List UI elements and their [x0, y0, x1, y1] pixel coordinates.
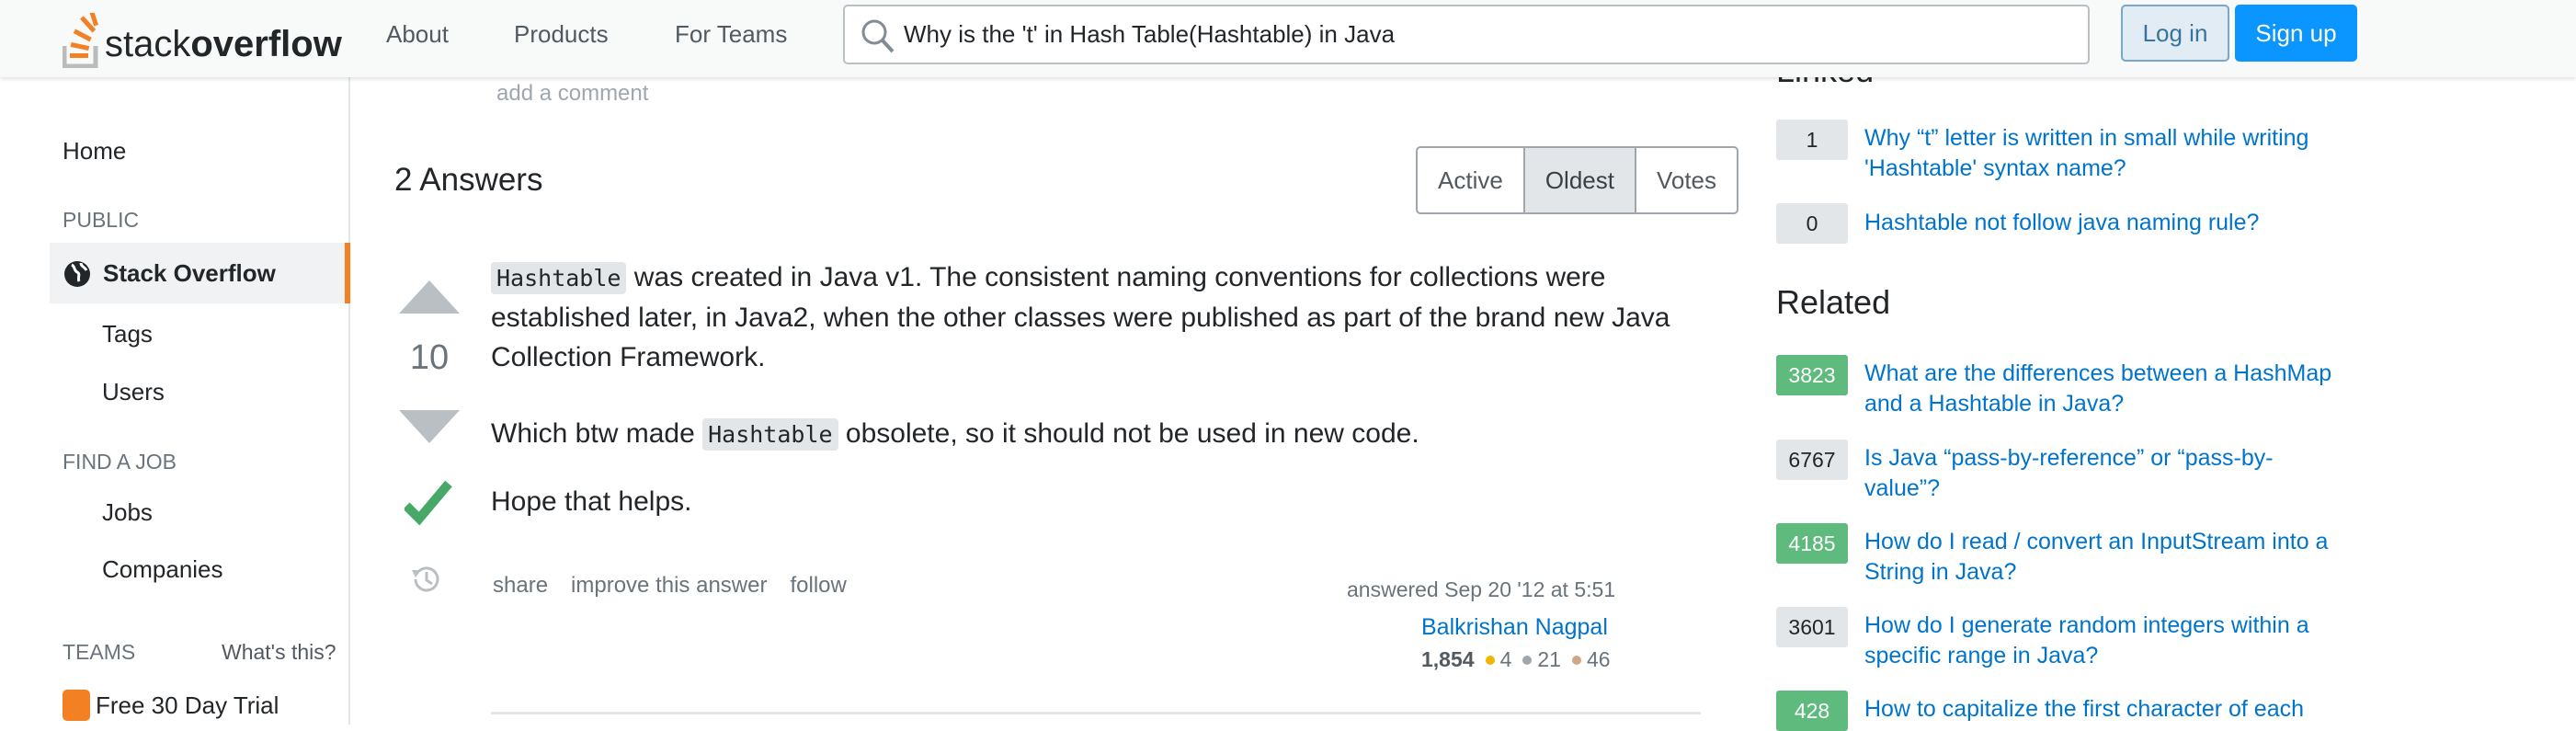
free-trial-label: Free 30 Day Trial	[96, 691, 279, 719]
user-name-link[interactable]: Balkrishan Nagpal	[1421, 614, 1608, 641]
left-sidebar: Home PUBLIC Stack Overflow Tags Users FI…	[0, 77, 350, 725]
nav-for-teams[interactable]: For Teams	[675, 20, 787, 49]
related-count: 3601	[1776, 607, 1848, 647]
tab-votes[interactable]: Votes	[1636, 148, 1737, 212]
sidebar-item-label: Stack Overflow	[103, 259, 276, 287]
gold-badge-count: 4	[1499, 647, 1512, 671]
follow-link[interactable]: follow	[790, 573, 846, 599]
accepted-check-icon	[405, 480, 452, 526]
inline-code: Hashtable	[491, 262, 627, 294]
linked-count: 0	[1776, 203, 1848, 244]
top-bar: stackoverflow About Products For Teams L…	[0, 0, 2576, 77]
post-menu: share improve this answer follow	[493, 573, 847, 599]
upvote-icon[interactable]	[399, 280, 460, 314]
bronze-badge-icon	[1571, 655, 1581, 665]
related-question-link[interactable]: Is Java “pass-by-reference” or “pass-by-…	[1864, 443, 2342, 504]
whats-this-link[interactable]: What's this?	[222, 640, 336, 665]
related-question-link[interactable]: How to capitalize the first character of…	[1864, 694, 2342, 725]
paragraph-text: obsolete, so it should not be used in ne…	[838, 418, 1419, 449]
bronze-badge-count: 46	[1586, 647, 1611, 671]
linked-question-link[interactable]: Why “t” letter is written in small while…	[1864, 123, 2342, 184]
silver-badge-icon	[1522, 655, 1533, 665]
globe-icon	[64, 261, 90, 287]
tab-oldest[interactable]: Oldest	[1524, 148, 1636, 212]
search-input[interactable]	[904, 16, 2053, 52]
answers-title: 2 Answers	[394, 162, 543, 198]
answer-paragraph-1: Hashtable was created in Java v1. The co…	[491, 257, 1704, 377]
related-question-link[interactable]: How do I generate random integers within…	[1864, 611, 2342, 671]
linked-question-link[interactable]: Hashtable not follow java naming rule?	[1864, 208, 2342, 238]
add-comment-link[interactable]: add a comment	[496, 81, 648, 107]
paragraph-text: Which btw made	[491, 418, 703, 449]
sidebar-heading-find-a-job: FIND A JOB	[63, 450, 177, 474]
downvote-icon[interactable]	[399, 410, 460, 443]
logo-text-bold: overflow	[190, 24, 342, 64]
answer-paragraph-3: Hope that helps.	[491, 486, 692, 517]
improve-answer-link[interactable]: improve this answer	[571, 573, 767, 599]
tab-active[interactable]: Active	[1418, 148, 1525, 212]
gold-badge-icon	[1485, 655, 1495, 665]
related-count: 3823	[1776, 355, 1848, 395]
related-question-link[interactable]: How do I read / convert an InputStream i…	[1864, 527, 2342, 588]
inline-code: Hashtable	[702, 418, 838, 451]
related-count: 428	[1776, 691, 1848, 731]
sidebar-item-users[interactable]: Users	[102, 378, 165, 406]
search-box[interactable]	[843, 5, 2090, 64]
login-button[interactable]: Log in	[2121, 5, 2229, 62]
nav-about[interactable]: About	[386, 20, 449, 49]
nav-products[interactable]: Products	[514, 20, 609, 49]
sidebar-heading-teams: TEAMS	[63, 640, 136, 664]
sidebar-item-home[interactable]: Home	[63, 137, 126, 166]
logo-text: stackoverflow	[105, 20, 342, 68]
sidebar-item-tags[interactable]: Tags	[102, 320, 153, 348]
linked-count: 1	[1776, 120, 1848, 160]
logo-text-light: stack	[105, 24, 191, 64]
history-icon[interactable]	[410, 563, 443, 596]
sidebar-heading-public: PUBLIC	[63, 208, 140, 232]
free-trial-link[interactable]: Free 30 Day Trial	[63, 690, 279, 721]
vote-count: 10	[409, 338, 450, 377]
answered-timestamp: answered Sep 20 '12 at 5:51	[1347, 577, 1616, 601]
related-count: 6767	[1776, 440, 1848, 480]
answer-divider	[491, 712, 1701, 714]
related-question-link[interactable]: What are the differences between a HashM…	[1864, 359, 2342, 419]
share-link[interactable]: share	[493, 573, 548, 599]
search-icon	[861, 19, 895, 53]
user-reputation: 1,854 4 21 46	[1421, 647, 1611, 672]
signup-button[interactable]: Sign up	[2235, 5, 2357, 62]
sidebar-item-stack-overflow[interactable]: Stack Overflow	[50, 243, 350, 303]
answer-paragraph-2: Which btw made Hashtable obsolete, so it…	[491, 414, 1704, 454]
logo[interactable]: stackoverflow	[63, 9, 342, 68]
reputation-score: 1,854	[1421, 647, 1475, 671]
sidebar-item-companies[interactable]: Companies	[102, 555, 223, 584]
sidebar-item-jobs[interactable]: Jobs	[102, 498, 153, 527]
paragraph-text: was created in Java v1. The consistent n…	[491, 262, 1670, 372]
related-count: 4185	[1776, 523, 1848, 564]
stack-overflow-logo-icon	[63, 13, 98, 68]
answer-sort-tabs: Active Oldest Votes	[1416, 146, 1739, 214]
related-title: Related	[1776, 283, 1891, 321]
silver-badge-count: 21	[1537, 647, 1561, 671]
briefcase-icon	[63, 690, 90, 721]
